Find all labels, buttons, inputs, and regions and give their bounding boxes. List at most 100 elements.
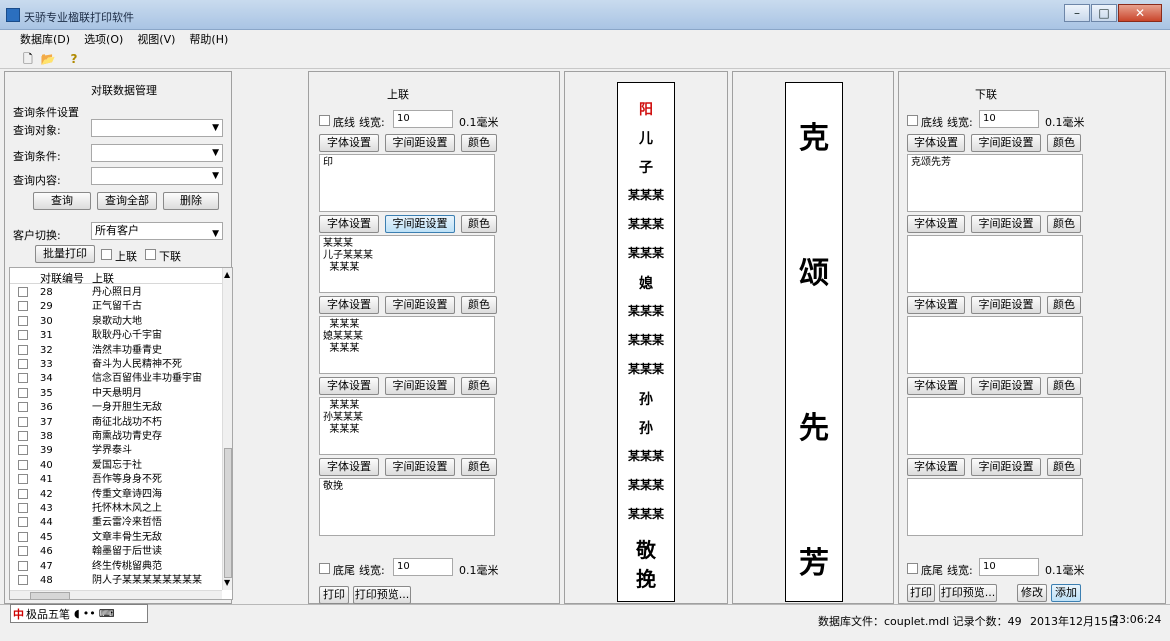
table-row[interactable]: 39 学界泰斗 xyxy=(10,444,222,457)
spacing-settings-button[interactable]: 字间距设置 xyxy=(385,134,455,152)
lower-text-box[interactable] xyxy=(907,397,1083,455)
lower-spacing-settings-button[interactable]: 字间距设置 xyxy=(971,215,1041,233)
color-button[interactable]: 颜色 xyxy=(461,215,497,233)
open-folder-icon[interactable]: 📂 xyxy=(40,51,56,67)
query-content-combo[interactable]: ▼ xyxy=(91,167,223,185)
table-row[interactable]: 40 爱国忘于社 xyxy=(10,459,222,472)
font-settings-button[interactable]: 字体设置 xyxy=(319,458,379,476)
row-checkbox[interactable] xyxy=(18,315,28,326)
upper-text-box[interactable]: 印 xyxy=(319,154,495,212)
lower-spacing-settings-button[interactable]: 字间距设置 xyxy=(971,458,1041,476)
table-row[interactable]: 48 阴人子某某某某某某某某 xyxy=(10,574,222,587)
batch-print-button[interactable]: 批量打印 xyxy=(35,245,95,263)
lower-border-checkbox[interactable] xyxy=(907,115,918,126)
row-checkbox[interactable] xyxy=(18,402,28,413)
lower-font-settings-button[interactable]: 字体设置 xyxy=(907,377,965,395)
table-row[interactable]: 34 信念百留伟业丰功垂宇宙 xyxy=(10,372,222,385)
query-object-select[interactable]: ▼ xyxy=(91,119,223,137)
new-file-icon[interactable]: 🗋 xyxy=(20,51,36,67)
lower-spacing-settings-button[interactable]: 字间距设置 xyxy=(971,134,1041,152)
table-row[interactable]: 29 正气留千古 xyxy=(10,300,222,313)
font-settings-button[interactable]: 字体设置 xyxy=(319,377,379,395)
row-checkbox[interactable] xyxy=(18,474,28,485)
scroll-up-icon[interactable]: ▲ xyxy=(224,270,230,279)
menu-database[interactable]: 数据库(D) xyxy=(20,31,70,49)
row-checkbox[interactable] xyxy=(18,488,28,499)
hscroll-thumb[interactable] xyxy=(30,592,70,599)
table-row[interactable]: 33 奋斗为人民精神不死 xyxy=(10,358,222,371)
column-header-upper[interactable]: 上联 xyxy=(92,270,114,286)
lower-font-settings-button[interactable]: 字体设置 xyxy=(907,134,965,152)
row-checkbox[interactable] xyxy=(18,546,28,557)
row-checkbox[interactable] xyxy=(18,387,28,398)
lower-text-box[interactable] xyxy=(907,235,1083,293)
add-button[interactable]: 添加 xyxy=(1051,584,1081,602)
color-button[interactable]: 颜色 xyxy=(461,377,497,395)
ime-punct-icon[interactable]: ◖ xyxy=(74,607,80,620)
row-checkbox[interactable] xyxy=(18,330,28,341)
modify-button[interactable]: 修改 xyxy=(1017,584,1047,602)
lower-print-preview-button[interactable]: 打印预览... xyxy=(939,584,997,602)
lower-font-settings-button[interactable]: 字体设置 xyxy=(907,296,965,314)
upper-text-box[interactable]: 某某某 孙某某某 某某某 xyxy=(319,397,495,455)
query-condition-select[interactable]: ▼ xyxy=(91,144,223,162)
lower-font-settings-button[interactable]: 字体设置 xyxy=(907,458,965,476)
font-settings-button[interactable]: 字体设置 xyxy=(319,215,379,233)
upper-text-box[interactable]: 某某某 儿子某某某 某某某 xyxy=(319,235,495,293)
lower-text-box[interactable] xyxy=(907,316,1083,374)
scroll-thumb[interactable] xyxy=(224,448,232,578)
horizontal-scrollbar[interactable] xyxy=(10,590,222,599)
row-checkbox[interactable] xyxy=(18,301,28,312)
upper-checkbox[interactable] xyxy=(101,249,112,260)
lower-color-button[interactable]: 颜色 xyxy=(1047,134,1081,152)
color-button[interactable]: 颜色 xyxy=(461,134,497,152)
row-checkbox[interactable] xyxy=(18,416,28,427)
scroll-down-icon[interactable]: ▼ xyxy=(224,578,230,587)
lower-checkbox[interactable] xyxy=(145,249,156,260)
table-row[interactable]: 41 吾作等身身不死 xyxy=(10,473,222,486)
column-header-number[interactable]: 对联编号 xyxy=(40,270,84,286)
table-row[interactable]: 47 终生传桃留典范 xyxy=(10,560,222,573)
ime-toolbar[interactable]: 中 极品五笔 ◖ •• ⌨ xyxy=(10,604,148,623)
row-checkbox[interactable] xyxy=(18,373,28,384)
print-preview-button[interactable]: 打印预览... xyxy=(353,586,411,604)
ime-dot-icon[interactable]: •• xyxy=(83,607,96,620)
help-icon[interactable]: ? xyxy=(66,51,82,67)
table-row[interactable]: 37 南征北战功不朽 xyxy=(10,416,222,429)
table-row[interactable]: 43 托怀林木风之上 xyxy=(10,502,222,515)
table-row[interactable]: 46 翰墨留于后世读 xyxy=(10,545,222,558)
list-scrollbar[interactable]: ▲ ▼ xyxy=(222,268,232,590)
lower-spacing-settings-button[interactable]: 字间距设置 xyxy=(971,296,1041,314)
lower-print-button[interactable]: 打印 xyxy=(907,584,935,602)
tail-linewidth-input[interactable]: 10 xyxy=(393,558,453,576)
minimize-button[interactable]: – xyxy=(1064,4,1090,22)
lower-color-button[interactable]: 颜色 xyxy=(1047,296,1081,314)
keyboard-icon[interactable]: ⌨ xyxy=(99,607,115,620)
maximize-button[interactable]: □ xyxy=(1091,4,1117,22)
row-checkbox[interactable] xyxy=(18,287,28,297)
row-checkbox[interactable] xyxy=(18,459,28,470)
upper-text-box[interactable]: 敬挽 xyxy=(319,478,495,536)
row-checkbox[interactable] xyxy=(18,560,28,571)
spacing-settings-button[interactable]: 字间距设置 xyxy=(385,458,455,476)
font-settings-button[interactable]: 字体设置 xyxy=(319,296,379,314)
spacing-settings-button[interactable]: 字间距设置 xyxy=(385,296,455,314)
linewidth-input[interactable]: 10 xyxy=(393,110,453,128)
lower-color-button[interactable]: 颜色 xyxy=(1047,377,1081,395)
print-button[interactable]: 打印 xyxy=(319,586,349,604)
lower-tail-checkbox[interactable] xyxy=(907,563,918,574)
close-button[interactable]: ✕ xyxy=(1118,4,1162,22)
table-row[interactable]: 45 文章丰骨生无敌 xyxy=(10,531,222,544)
delete-button[interactable]: 删除 xyxy=(163,192,219,210)
table-row[interactable]: 32 浩然丰功垂青史 xyxy=(10,344,222,357)
row-checkbox[interactable] xyxy=(18,575,28,585)
table-row[interactable]: 38 南熏战功青史存 xyxy=(10,430,222,443)
table-row[interactable]: 44 重云雷冷来哲悟 xyxy=(10,516,222,529)
table-row[interactable]: 31 耿耿丹心千宇宙 xyxy=(10,329,222,342)
row-checkbox[interactable] xyxy=(18,517,28,528)
table-row[interactable]: 30 泉歌动大地 xyxy=(10,315,222,328)
upper-text-box[interactable]: 某某某 媳某某某 某某某 xyxy=(319,316,495,374)
query-all-button[interactable]: 查询全部 xyxy=(97,192,157,210)
lower-font-settings-button[interactable]: 字体设置 xyxy=(907,215,965,233)
query-button[interactable]: 查询 xyxy=(33,192,91,210)
